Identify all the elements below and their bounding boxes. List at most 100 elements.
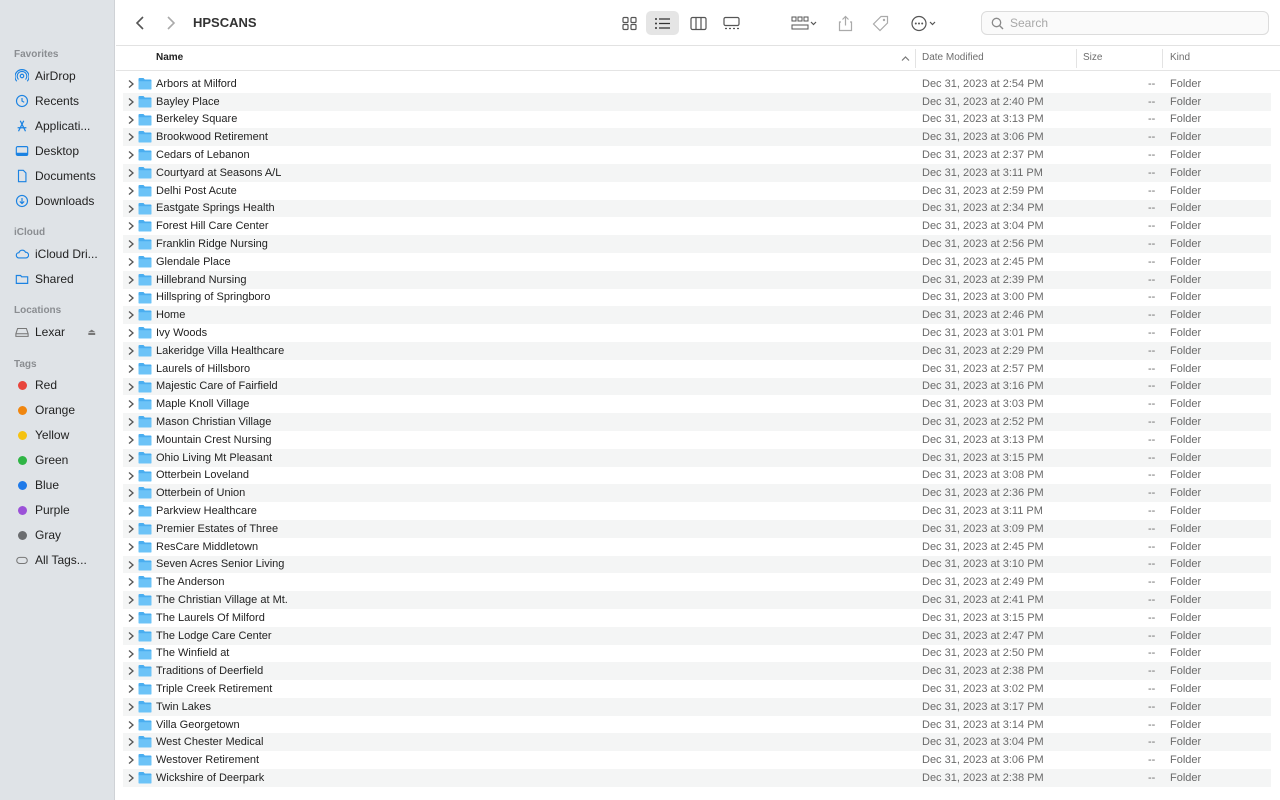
column-divider[interactable] xyxy=(1076,49,1077,68)
table-row[interactable]: Brookwood Retirement Dec 31, 2023 at 3:06… xyxy=(123,128,1271,147)
table-row[interactable]: The Winfield at Dec 31, 2023 at 2:50 PM --… xyxy=(123,645,1271,663)
table-row[interactable]: Majestic Care of Fairfield Dec 31, 2023 a… xyxy=(123,377,1271,396)
disclosure-triangle-icon[interactable] xyxy=(127,773,135,783)
sidebar-item-recents[interactable]: Recents xyxy=(14,91,112,111)
table-row[interactable]: ResCare Middletown Dec 31, 2023 at 2:45 P… xyxy=(123,538,1271,556)
sidebar-item-tag-yellow[interactable]: Yellow xyxy=(14,425,112,445)
table-row[interactable]: Forest Hill Care Center Dec 31, 2023 at 3… xyxy=(123,217,1271,235)
disclosure-triangle-icon[interactable] xyxy=(127,471,135,481)
table-row[interactable]: Ohio Living Mt Pleasant Dec 31, 2023 at 3… xyxy=(123,448,1271,467)
sidebar-item-tag-green[interactable]: Green xyxy=(14,450,112,470)
column-divider[interactable] xyxy=(915,49,916,68)
table-row[interactable]: Bayley Place Dec 31, 2023 at 2:40 PM -- Fol… xyxy=(123,92,1271,111)
table-row[interactable]: The Lodge Care Center Dec 31, 2023 at 2:4… xyxy=(123,626,1271,645)
eject-icon[interactable]: ⏏ xyxy=(87,327,96,338)
sidebar-item-tag-orange[interactable]: Orange xyxy=(14,400,112,420)
table-row[interactable]: Triple Creek Retirement Dec 31, 2023 at 3… xyxy=(123,680,1271,698)
disclosure-triangle-icon[interactable] xyxy=(127,755,135,765)
table-row[interactable]: Arbors at Milford Dec 31, 2023 at 2:54 PM… xyxy=(123,75,1271,93)
disclosure-triangle-icon[interactable] xyxy=(127,595,135,605)
disclosure-triangle-icon[interactable] xyxy=(127,221,135,231)
search-field[interactable] xyxy=(981,11,1269,35)
share-button[interactable] xyxy=(834,11,856,35)
forward-button[interactable] xyxy=(161,12,181,34)
table-row[interactable]: West Chester Medical Dec 31, 2023 at 3:04… xyxy=(123,733,1271,752)
disclosure-triangle-icon[interactable] xyxy=(127,649,135,659)
disclosure-triangle-icon[interactable] xyxy=(127,150,135,160)
sidebar-item-downloads[interactable]: Downloads xyxy=(14,191,112,211)
disclosure-triangle-icon[interactable] xyxy=(127,97,135,107)
table-row[interactable]: Mason Christian Village Dec 31, 2023 at 2… xyxy=(123,413,1271,431)
group-by-button[interactable] xyxy=(784,11,824,35)
disclosure-triangle-icon[interactable] xyxy=(127,684,135,694)
table-row[interactable]: Ivy Woods Dec 31, 2023 at 3:01 PM -- Folder xyxy=(123,324,1271,342)
table-row[interactable]: Hillspring of Springboro Dec 31, 2023 at … xyxy=(123,289,1271,307)
table-row[interactable]: Franklin Ridge Nursing Dec 31, 2023 at 2:… xyxy=(123,235,1271,253)
table-row[interactable]: Maple Knoll Village Dec 31, 2023 at 3:03 … xyxy=(123,395,1271,413)
disclosure-triangle-icon[interactable] xyxy=(127,435,135,445)
disclosure-triangle-icon[interactable] xyxy=(127,186,135,196)
back-button[interactable] xyxy=(130,12,150,34)
sidebar-item-all-tags[interactable]: All Tags... xyxy=(14,550,112,570)
disclosure-triangle-icon[interactable] xyxy=(127,720,135,730)
disclosure-triangle-icon[interactable] xyxy=(127,542,135,552)
table-row[interactable]: The Laurels Of Milford Dec 31, 2023 at 3:… xyxy=(123,609,1271,627)
sidebar-item-icloud-drive[interactable]: iCloud Dri... xyxy=(14,244,112,264)
table-row[interactable]: Premier Estates of Three Dec 31, 2023 at … xyxy=(123,519,1271,538)
table-row[interactable]: Mountain Crest Nursing Dec 31, 2023 at 3:… xyxy=(123,431,1271,449)
table-row[interactable]: Seven Acres Senior Living Dec 31, 2023 at… xyxy=(123,555,1271,574)
table-row[interactable]: Courtyard at Seasons A/L Dec 31, 2023 at … xyxy=(123,163,1271,182)
sidebar-item-desktop[interactable]: Desktop xyxy=(14,141,112,161)
disclosure-triangle-icon[interactable] xyxy=(127,506,135,516)
disclosure-triangle-icon[interactable] xyxy=(127,168,135,178)
icon-view-button[interactable] xyxy=(616,11,642,35)
sidebar-item-lexar[interactable]: Lexar ⏏ xyxy=(14,322,112,342)
search-input[interactable] xyxy=(1010,16,1250,30)
table-row[interactable]: The Christian Village at Mt. Dec 31, 2023… xyxy=(123,591,1271,609)
table-row[interactable]: Berkeley Square Dec 31, 2023 at 3:13 PM --… xyxy=(123,111,1271,129)
sidebar-item-tag-blue[interactable]: Blue xyxy=(14,475,112,495)
disclosure-triangle-icon[interactable] xyxy=(127,132,135,142)
column-kind-header[interactable]: Kind xyxy=(1170,52,1190,63)
disclosure-triangle-icon[interactable] xyxy=(127,666,135,676)
disclosure-triangle-icon[interactable] xyxy=(127,328,135,338)
disclosure-triangle-icon[interactable] xyxy=(127,79,135,89)
table-row[interactable]: Otterbein of Union Dec 31, 2023 at 2:36 P… xyxy=(123,484,1271,503)
table-row[interactable]: Delhi Post Acute Dec 31, 2023 at 2:59 PM -… xyxy=(123,182,1271,200)
list-view-button[interactable] xyxy=(646,11,679,35)
disclosure-triangle-icon[interactable] xyxy=(127,453,135,463)
column-view-button[interactable] xyxy=(685,11,711,35)
sort-ascending-icon[interactable] xyxy=(901,54,910,63)
sidebar-item-documents[interactable]: Documents xyxy=(14,166,112,186)
disclosure-triangle-icon[interactable] xyxy=(127,364,135,374)
disclosure-triangle-icon[interactable] xyxy=(127,382,135,392)
disclosure-triangle-icon[interactable] xyxy=(127,257,135,267)
column-name-header[interactable]: Name xyxy=(156,52,183,63)
table-row[interactable]: Glendale Place Dec 31, 2023 at 2:45 PM -- F… xyxy=(123,253,1271,271)
column-divider[interactable] xyxy=(1162,49,1163,68)
more-actions-button[interactable] xyxy=(904,11,944,35)
table-row[interactable]: Hillebrand Nursing Dec 31, 2023 at 2:39 P… xyxy=(123,270,1271,289)
disclosure-triangle-icon[interactable] xyxy=(127,310,135,320)
disclosure-triangle-icon[interactable] xyxy=(127,204,135,214)
disclosure-triangle-icon[interactable] xyxy=(127,346,135,356)
disclosure-triangle-icon[interactable] xyxy=(127,560,135,570)
disclosure-triangle-icon[interactable] xyxy=(127,488,135,498)
sidebar-item-airdrop[interactable]: AirDrop xyxy=(14,66,112,86)
table-row[interactable]: Westover Retirement Dec 31, 2023 at 3:06 … xyxy=(123,751,1271,769)
disclosure-triangle-icon[interactable] xyxy=(127,702,135,712)
column-size-header[interactable]: Size xyxy=(1083,52,1102,63)
disclosure-triangle-icon[interactable] xyxy=(127,577,135,587)
disclosure-triangle-icon[interactable] xyxy=(127,275,135,285)
disclosure-triangle-icon[interactable] xyxy=(127,613,135,623)
sidebar-item-tag-purple[interactable]: Purple xyxy=(14,500,112,520)
table-row[interactable]: Wickshire of Deerpark Dec 31, 2023 at 2:3… xyxy=(123,769,1271,787)
table-row[interactable]: Traditions of Deerfield Dec 31, 2023 at 2… xyxy=(123,662,1271,681)
sidebar-item-shared[interactable]: Shared xyxy=(14,269,112,289)
table-row[interactable]: Lakeridge Villa Healthcare Dec 31, 2023 a… xyxy=(123,341,1271,360)
disclosure-triangle-icon[interactable] xyxy=(127,524,135,534)
table-row[interactable]: Cedars of Lebanon Dec 31, 2023 at 2:37 PM… xyxy=(123,146,1271,164)
disclosure-triangle-icon[interactable] xyxy=(127,631,135,641)
tag-button[interactable] xyxy=(868,11,892,35)
table-row[interactable]: Laurels of Hillsboro Dec 31, 2023 at 2:57… xyxy=(123,360,1271,378)
